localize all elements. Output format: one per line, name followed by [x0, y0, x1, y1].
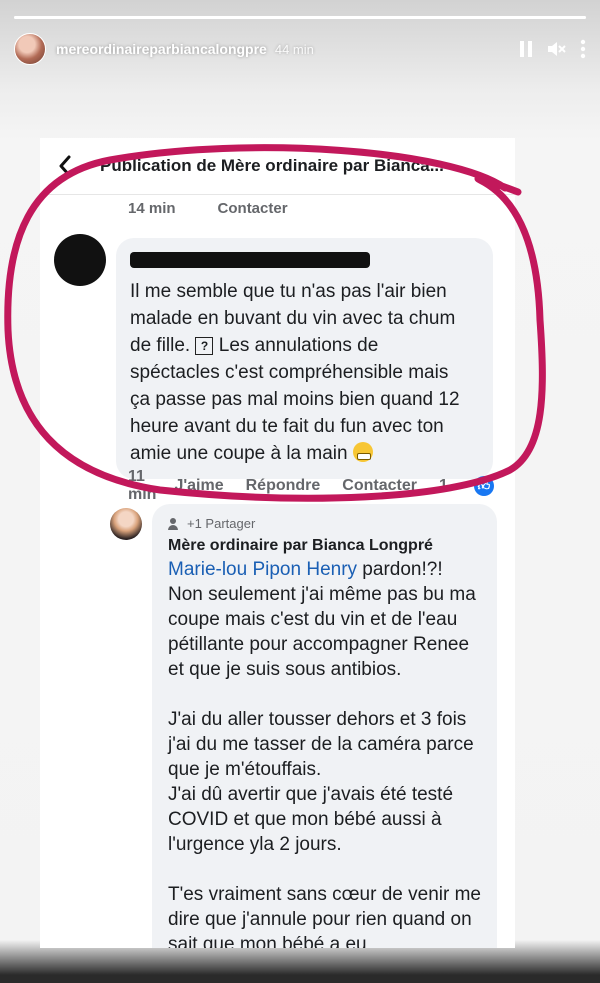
comment-time: 11 min — [128, 468, 157, 503]
previous-comment-time: 14 min — [128, 200, 176, 217]
back-arrow-icon[interactable] — [40, 138, 90, 194]
contact-button[interactable]: Contacter — [342, 477, 417, 495]
facebook-top-bar: Publication de Mère ordinaire par Bianca… — [40, 138, 515, 195]
reply-paragraph-1: Non seulement j'ai même pas bu ma coupe … — [168, 584, 476, 680]
profile-avatar[interactable] — [14, 33, 46, 65]
author-avatar[interactable] — [110, 508, 142, 540]
story-controls — [520, 39, 586, 59]
story-username[interactable]: mereordinaireparbiancalongpre — [56, 41, 267, 57]
mention-link[interactable]: Marie-lou Pipon Henry — [168, 559, 357, 580]
commenter-name-redacted — [130, 252, 370, 268]
pause-icon[interactable] — [520, 41, 532, 57]
story-progress-bar — [14, 16, 586, 19]
comment-bubble: Il me semble que tu n'as pas l'air bien … — [116, 238, 493, 479]
unknown-character-icon: ? — [195, 337, 214, 355]
comment-text: Il me semble que tu n'as pas l'air bien … — [130, 281, 460, 464]
facebook-screenshot: Publication de Mère ordinaire par Bianca… — [40, 138, 515, 948]
like-button[interactable]: J'aime — [174, 477, 223, 495]
reply-author[interactable]: Mère ordinaire par Bianca Longpré — [168, 537, 481, 555]
share-badge: +1 Partager — [168, 516, 481, 531]
story-time-ago: 44 min — [274, 41, 314, 57]
thumbs-up-icon: 👍︎ — [473, 476, 494, 496]
reply-paragraph-2: J'ai du aller tousser dehors et 3 fois j… — [168, 709, 474, 780]
mute-icon[interactable] — [546, 40, 566, 58]
grimacing-face-emoji-icon — [352, 442, 373, 462]
post-title: Publication de Mère ordinaire par Bianca… — [100, 156, 444, 175]
like-count[interactable]: 1 👍︎ — [439, 476, 515, 496]
more-options-icon[interactable] — [580, 39, 586, 59]
story-progress-fill — [14, 16, 586, 19]
story-header: mereordinaireparbiancalongpre 44 min — [14, 32, 586, 66]
commenter-avatar-redacted — [54, 234, 106, 286]
comment-actions: 11 min J'aime Répondre Contacter 1 👍︎ — [128, 468, 515, 504]
reply-text: Marie-lou Pipon Henry pardon!?! Non seul… — [168, 557, 481, 948]
reply-paragraph-3: J'ai dû avertir que j'avais été testé CO… — [168, 784, 454, 855]
reply-button[interactable]: Répondre — [246, 477, 321, 495]
previous-comment-meta: 14 min Contacter — [128, 200, 330, 217]
previous-comment-contact[interactable]: Contacter — [218, 200, 288, 217]
reply-bubble: +1 Partager Mère ordinaire par Bianca Lo… — [152, 504, 497, 948]
person-add-icon — [168, 517, 182, 530]
reply-paragraph-4: T'es vraiment sans cœur de venir me dire… — [168, 884, 481, 948]
